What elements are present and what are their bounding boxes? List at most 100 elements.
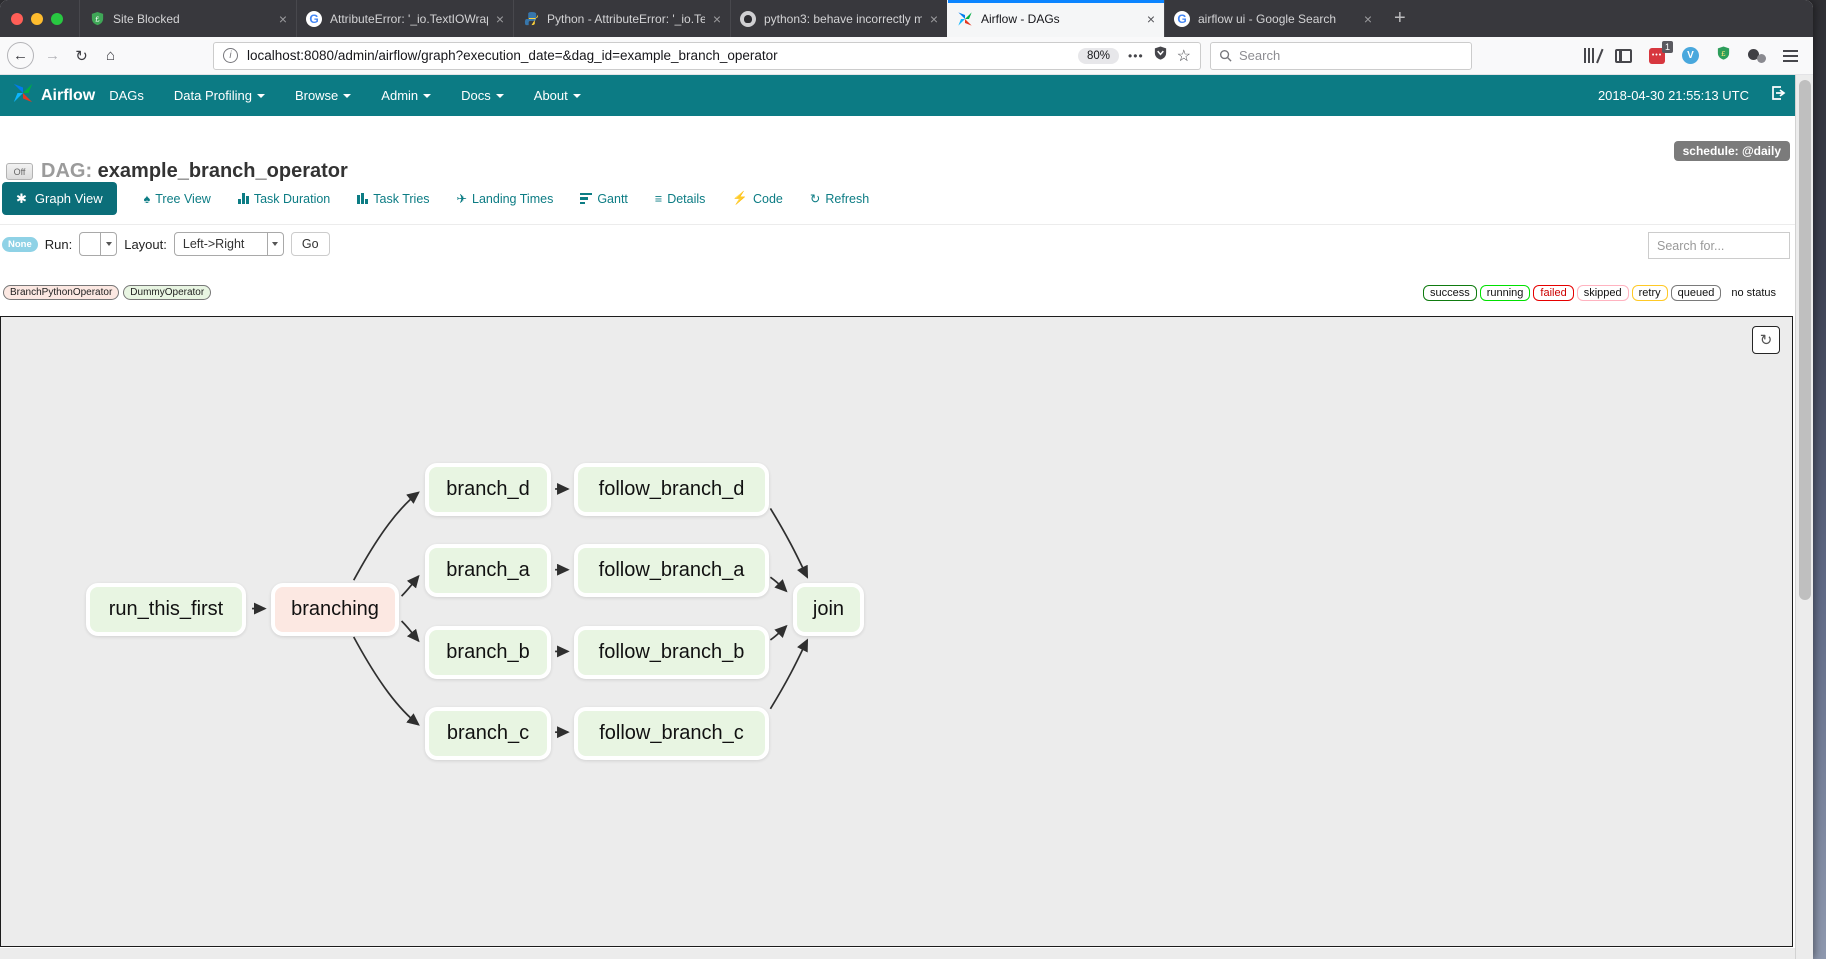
plane-icon: ✈ bbox=[457, 191, 467, 206]
tab-refresh[interactable]: ↻Refresh bbox=[810, 191, 869, 206]
zoom-window-button[interactable] bbox=[51, 13, 63, 25]
menu-hamburger-icon[interactable] bbox=[1783, 47, 1798, 65]
menu-browse[interactable]: Browse bbox=[295, 88, 351, 103]
back-button[interactable]: ← bbox=[7, 42, 34, 69]
task-node-follow_branch_b[interactable]: follow_branch_b bbox=[574, 626, 769, 679]
layout-select[interactable]: Left->Right bbox=[174, 232, 284, 256]
tab-airflow-ui-search[interactable]: G airflow ui - Google Search × bbox=[1164, 0, 1381, 37]
menu-docs[interactable]: Docs bbox=[461, 88, 504, 103]
close-tab-icon[interactable]: × bbox=[1147, 11, 1155, 27]
menu-about[interactable]: About bbox=[534, 88, 581, 103]
page-title: DAG: example_branch_operator bbox=[41, 160, 348, 183]
new-tab-button[interactable]: + bbox=[1381, 0, 1419, 37]
logout-icon[interactable] bbox=[1771, 85, 1787, 106]
tab-airflow-dags-active[interactable]: Airflow - DAGs × bbox=[947, 0, 1164, 37]
dag-graph-panel[interactable]: run_this_first branching branch_d follow… bbox=[0, 316, 1793, 947]
spheres-extension-icon[interactable] bbox=[1748, 48, 1766, 64]
chart-icon bbox=[357, 193, 368, 204]
task-node-branch_c[interactable]: branch_c bbox=[425, 707, 551, 760]
chevron-down-icon bbox=[267, 233, 283, 255]
bookmark-star-icon[interactable]: ☆ bbox=[1177, 46, 1191, 66]
airflow-menu: DAGs Data Profiling Browse Admin Docs Ab… bbox=[109, 88, 581, 103]
divider bbox=[0, 224, 1813, 225]
layout-label: Layout: bbox=[124, 237, 167, 252]
zoom-level-badge[interactable]: 80% bbox=[1078, 48, 1119, 64]
tab-title: AttributeError: '_io.TextIOWrapp bbox=[330, 12, 488, 26]
close-tab-icon[interactable]: × bbox=[279, 11, 287, 27]
airflow-page: Off DAG: example_branch_operator schedul… bbox=[0, 116, 1813, 959]
tab-site-blocked[interactable]: £ Site Blocked × bbox=[79, 0, 296, 37]
tab-task-duration[interactable]: Task Duration bbox=[238, 192, 330, 206]
task-node-run_this_first[interactable]: run_this_first bbox=[86, 583, 246, 636]
menu-dags[interactable]: DAGs bbox=[109, 88, 144, 103]
view-tabs: ✱Graph View ♠Tree View Task Duration Tas… bbox=[2, 182, 869, 215]
graph-view-icon: ✱ bbox=[16, 191, 27, 207]
airflow-navbar: Airflow DAGs Data Profiling Browse Admin… bbox=[0, 75, 1813, 116]
reload-button[interactable]: ↻ bbox=[67, 42, 96, 70]
task-node-branch_b[interactable]: branch_b bbox=[425, 626, 551, 679]
graph-refresh-button[interactable]: ↻ bbox=[1752, 326, 1780, 354]
scrollbar-thumb[interactable] bbox=[1799, 80, 1811, 600]
sidebar-toggle-icon[interactable] bbox=[1615, 49, 1632, 63]
tab-landing-times[interactable]: ✈Landing Times bbox=[457, 191, 554, 206]
dag-pause-toggle[interactable]: Off bbox=[6, 163, 33, 180]
forward-button[interactable]: → bbox=[38, 42, 67, 70]
chevron-down-icon bbox=[257, 94, 265, 98]
tab-details[interactable]: ≡Details bbox=[655, 192, 706, 206]
schedule-badge: schedule: @daily bbox=[1674, 141, 1790, 161]
library-icon[interactable] bbox=[1584, 48, 1598, 63]
operator-badge-dummyoperator: DummyOperator bbox=[123, 285, 211, 300]
dag-title-prefix: DAG: bbox=[41, 160, 92, 182]
scrollbar-track[interactable] bbox=[1795, 75, 1813, 959]
close-window-button[interactable] bbox=[11, 13, 23, 25]
tab-title: Python - AttributeError: '_io.Te bbox=[547, 12, 705, 26]
legend-running: running bbox=[1480, 285, 1531, 301]
tab-title: Airflow - DAGs bbox=[981, 12, 1139, 26]
minimize-window-button[interactable] bbox=[31, 13, 43, 25]
task-node-follow_branch_c[interactable]: follow_branch_c bbox=[574, 707, 769, 760]
site-info-icon[interactable]: i bbox=[223, 48, 238, 63]
legend-skipped: skipped bbox=[1577, 285, 1629, 301]
pocket-shield-icon[interactable] bbox=[1153, 45, 1168, 66]
close-tab-icon[interactable]: × bbox=[930, 11, 938, 27]
task-node-branch_a[interactable]: branch_a bbox=[425, 544, 551, 597]
task-search-input[interactable] bbox=[1648, 232, 1790, 259]
state-legend: success running failed skipped retry que… bbox=[1423, 285, 1783, 301]
tab-attributeerror[interactable]: G AttributeError: '_io.TextIOWrapp × bbox=[296, 0, 513, 37]
task-node-branching[interactable]: branching bbox=[271, 583, 399, 636]
menu-data-profiling[interactable]: Data Profiling bbox=[174, 88, 265, 103]
task-node-join[interactable]: join bbox=[793, 583, 864, 636]
go-button[interactable]: Go bbox=[291, 232, 330, 256]
tab-python-attributeerror[interactable]: Python - AttributeError: '_io.Te × bbox=[513, 0, 730, 37]
task-node-branch_d[interactable]: branch_d bbox=[425, 463, 551, 516]
toolbar-right-icons: ••• 1 V £ bbox=[1584, 45, 1806, 66]
url-text[interactable]: localhost:8080/admin/airflow/graph?execu… bbox=[247, 48, 1069, 63]
page-actions-icon[interactable]: ••• bbox=[1128, 49, 1144, 63]
tab-task-tries[interactable]: Task Tries bbox=[357, 192, 429, 206]
browser-window: £ Site Blocked × G AttributeError: '_io.… bbox=[0, 0, 1813, 959]
url-bar[interactable]: i localhost:8080/admin/airflow/graph?exe… bbox=[213, 42, 1201, 70]
task-node-follow_branch_a[interactable]: follow_branch_a bbox=[574, 544, 769, 597]
blue-extension-icon[interactable]: V bbox=[1682, 47, 1699, 64]
tab-graph-view[interactable]: ✱Graph View bbox=[2, 182, 117, 215]
close-tab-icon[interactable]: × bbox=[1364, 11, 1372, 27]
airflow-brand[interactable]: Airflow bbox=[41, 87, 95, 105]
menu-admin[interactable]: Admin bbox=[381, 88, 431, 103]
page-footer-strip bbox=[0, 948, 1813, 959]
shield-extension-icon[interactable]: £ bbox=[1716, 45, 1731, 66]
tab-github-python3[interactable]: python3: behave incorrectly mo × bbox=[730, 0, 947, 37]
run-select[interactable] bbox=[79, 232, 117, 256]
adblock-extension-icon[interactable]: ••• 1 bbox=[1649, 48, 1665, 64]
tab-gantt[interactable]: Gantt bbox=[580, 191, 628, 207]
utc-clock: 2018-04-30 21:55:13 UTC bbox=[1598, 88, 1749, 103]
home-button[interactable]: ⌂ bbox=[96, 42, 125, 70]
operator-badge-branchpythonoperator: BranchPythonOperator bbox=[3, 285, 119, 300]
task-node-follow_branch_d[interactable]: follow_branch_d bbox=[574, 463, 769, 516]
run-state-badge: None bbox=[2, 237, 38, 252]
tab-code[interactable]: ⚡Code bbox=[732, 191, 782, 206]
dag-name: example_branch_operator bbox=[98, 160, 348, 182]
search-bar[interactable]: Search bbox=[1210, 42, 1472, 70]
close-tab-icon[interactable]: × bbox=[713, 11, 721, 27]
tab-tree-view[interactable]: ♠Tree View bbox=[144, 192, 211, 206]
close-tab-icon[interactable]: × bbox=[496, 11, 504, 27]
